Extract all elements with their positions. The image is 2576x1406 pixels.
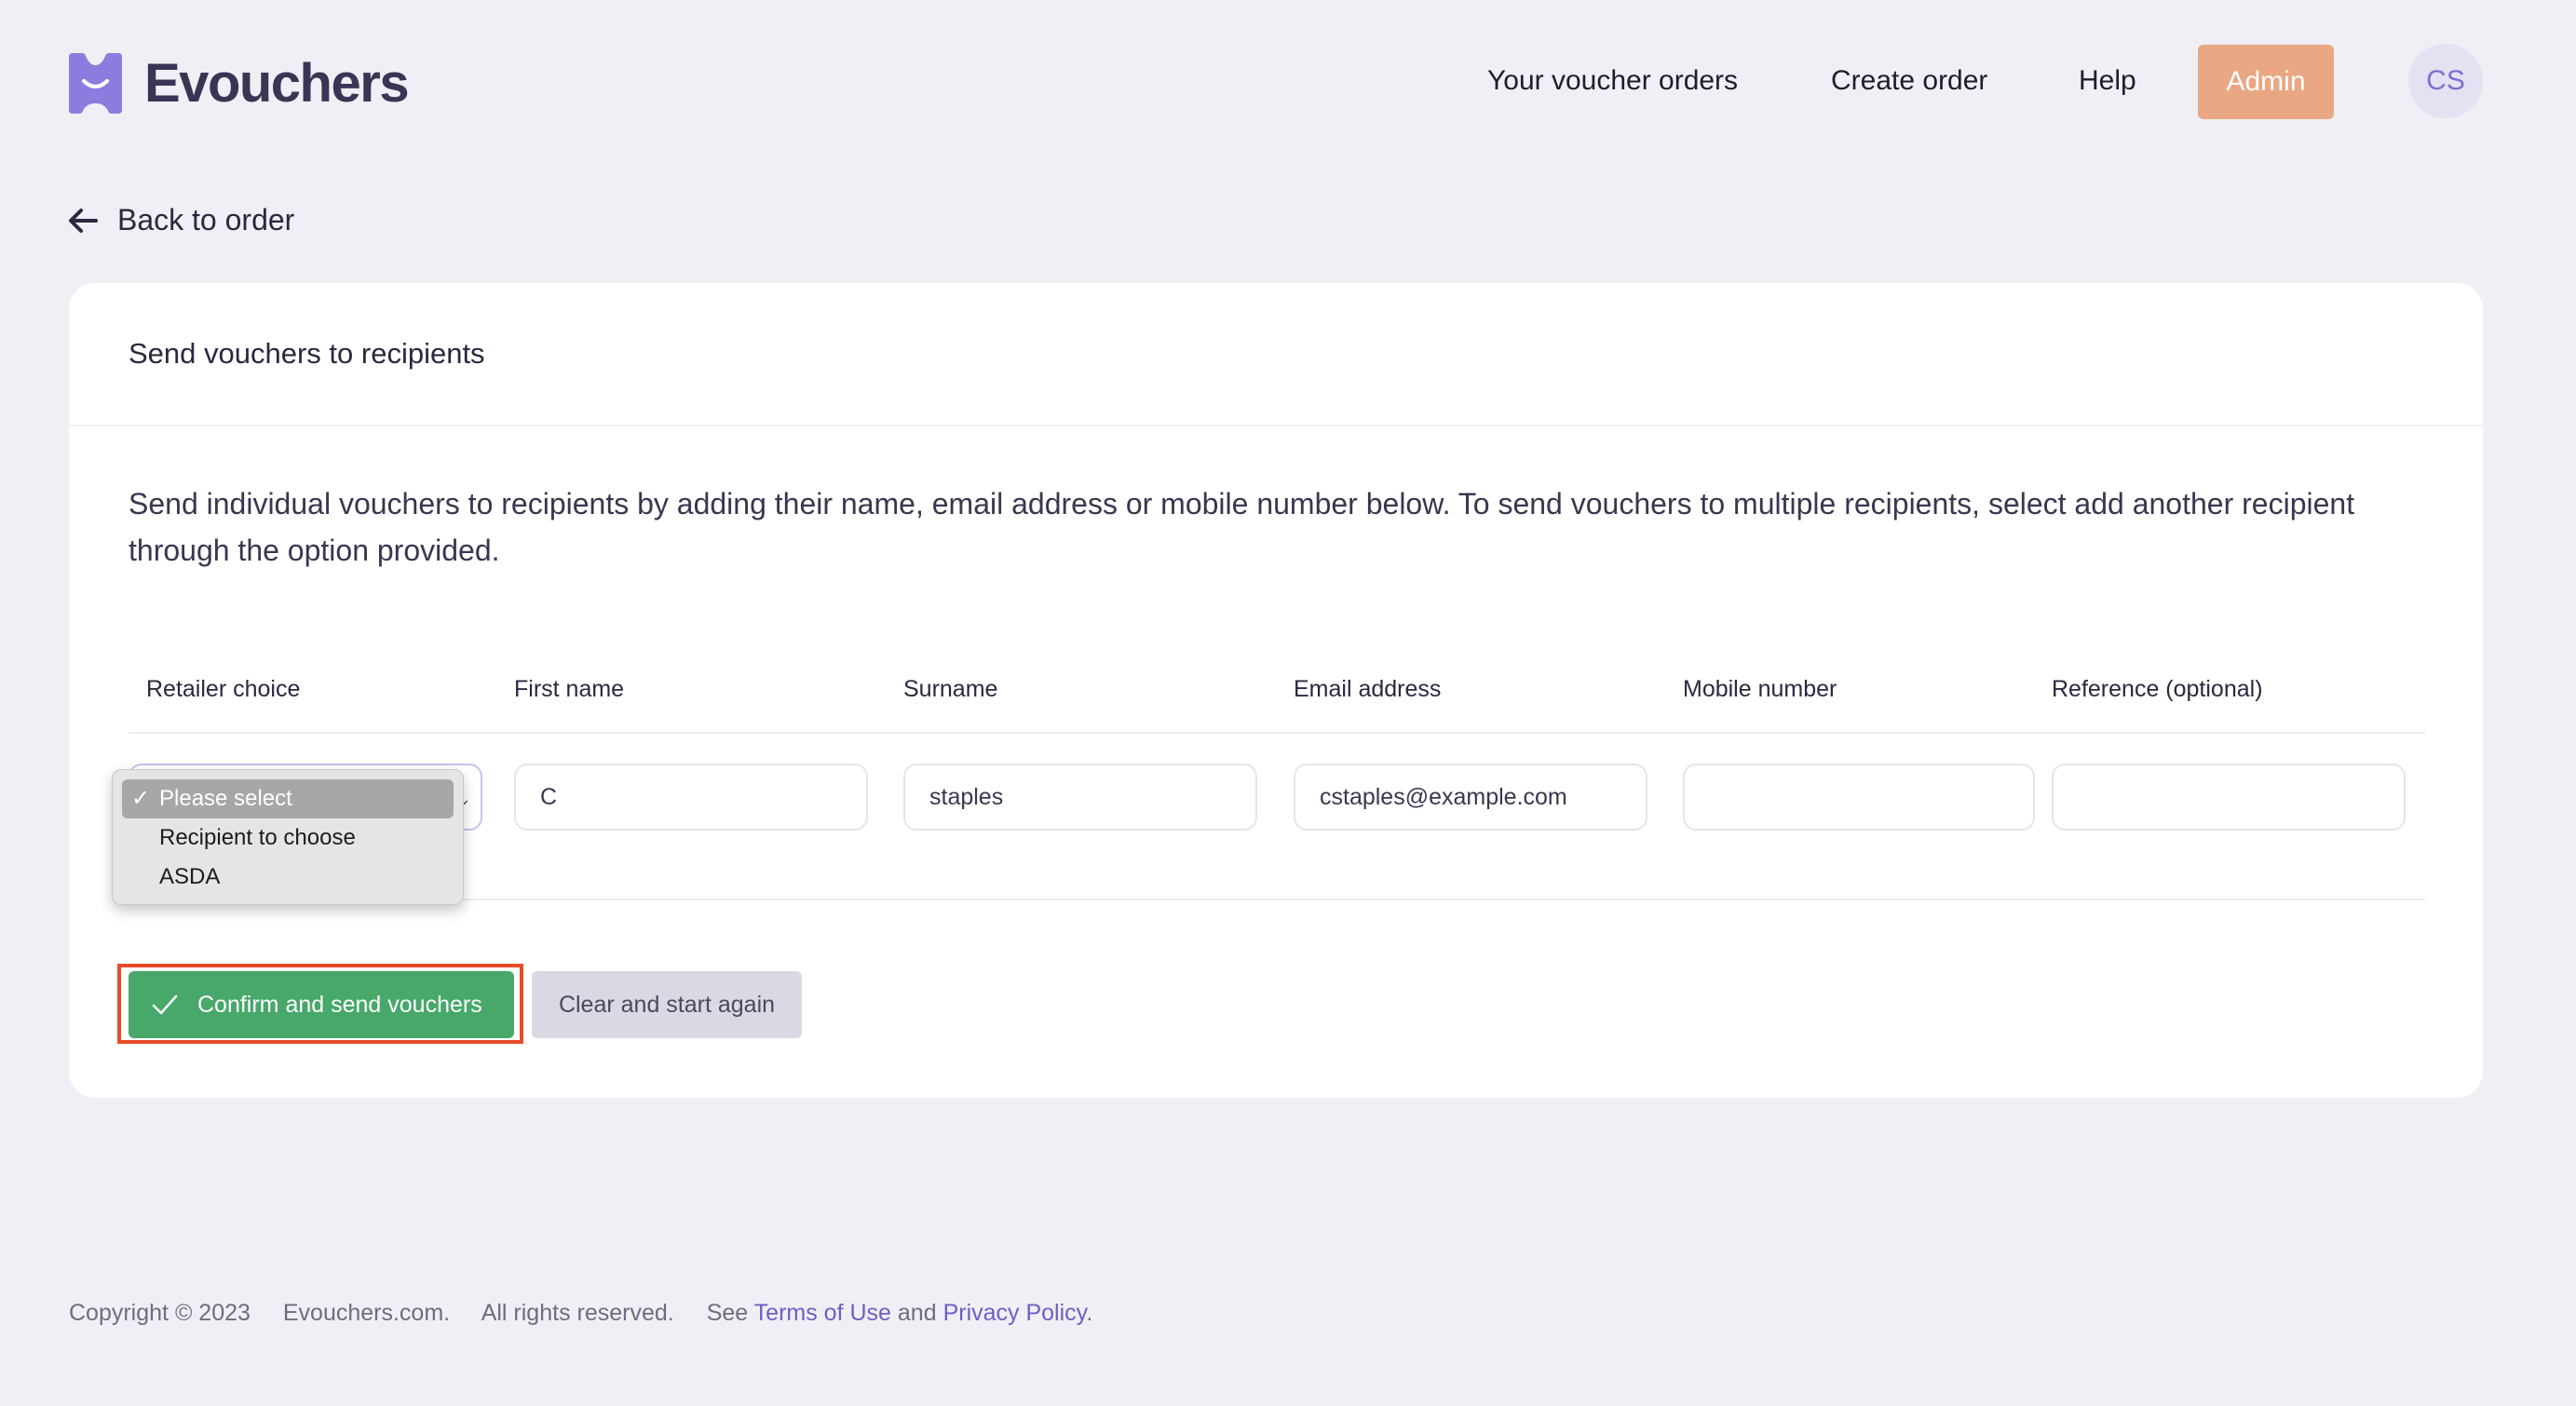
evouchers-logo-icon — [69, 53, 122, 114]
user-avatar[interactable]: CS — [2408, 44, 2483, 118]
header-email: Email address — [1294, 676, 1442, 702]
footer-and: and — [897, 1300, 943, 1326]
table-row-divider — [129, 899, 2425, 900]
terms-of-use-link[interactable]: Terms of Use — [754, 1300, 891, 1326]
surname-input[interactable] — [903, 764, 1257, 831]
brand-name: Evouchers — [144, 53, 410, 114]
nav-create-order[interactable]: Create order — [1831, 65, 1987, 97]
back-link-label: Back to order — [117, 203, 295, 237]
reference-input[interactable] — [2052, 764, 2406, 831]
footer-site: Evouchers.com. — [282, 1300, 451, 1326]
footer-period: . — [1086, 1300, 1093, 1326]
check-icon — [152, 994, 178, 1015]
header-surname: Surname — [903, 676, 998, 702]
card-title: Send vouchers to recipients — [129, 337, 485, 370]
footer-copyright: Copyright © 2023 — [69, 1300, 251, 1326]
privacy-policy-link[interactable]: Privacy Policy — [943, 1300, 1087, 1326]
confirm-button-label: Confirm and send vouchers — [197, 991, 482, 1018]
card-divider — [69, 425, 2483, 426]
footer-rights: All rights reserved. — [481, 1300, 674, 1326]
dropdown-option-please-select[interactable]: ✓ Please select — [122, 779, 454, 818]
footer: Copyright © 2023 Evouchers.com. All righ… — [69, 1300, 1092, 1327]
dropdown-option-recipient-to-choose[interactable]: Recipient to choose — [122, 818, 454, 858]
clear-start-again-button[interactable]: Clear and start again — [532, 971, 802, 1038]
header: Evouchers Your voucher orders Create ord… — [0, 0, 2576, 163]
footer-see: See — [706, 1300, 754, 1326]
back-to-order-link[interactable]: Back to order — [67, 203, 294, 237]
header-first-name: First name — [514, 676, 625, 702]
nav-voucher-orders[interactable]: Your voucher orders — [1487, 65, 1738, 97]
email-input[interactable] — [1294, 764, 1647, 831]
dropdown-option-label: ASDA — [159, 864, 221, 889]
nav-help[interactable]: Help — [2079, 65, 2136, 97]
brand-logo[interactable]: Evouchers — [69, 52, 410, 115]
table-header-divider — [129, 732, 2425, 734]
checkmark-icon: ✓ — [131, 786, 151, 811]
arrow-left-icon — [69, 208, 98, 233]
dropdown-option-label: Please select — [159, 786, 292, 811]
header-reference: Reference (optional) — [2052, 676, 2263, 702]
mobile-input[interactable] — [1683, 764, 2035, 831]
retailer-dropdown-menu: ✓ Please select Recipient to choose ASDA — [112, 769, 464, 905]
confirm-send-vouchers-button[interactable]: Confirm and send vouchers — [129, 971, 514, 1038]
header-retailer-choice: Retailer choice — [146, 676, 301, 702]
header-mobile: Mobile number — [1683, 676, 1837, 702]
intro-text: Send individual vouchers to recipients b… — [129, 487, 2355, 567]
dropdown-option-asda[interactable]: ASDA — [122, 858, 454, 897]
first-name-input[interactable] — [514, 764, 868, 831]
dropdown-option-label: Recipient to choose — [159, 825, 356, 850]
admin-button[interactable]: Admin — [2198, 45, 2334, 119]
